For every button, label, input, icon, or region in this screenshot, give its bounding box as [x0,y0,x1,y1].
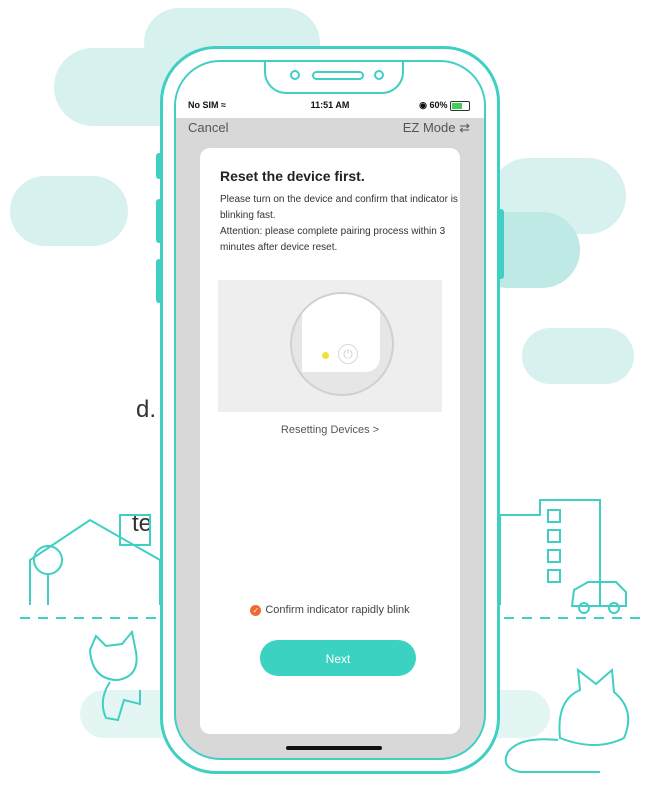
building-window [547,529,561,543]
content-card: Reset the device first. Please turn on t… [200,148,460,734]
tree-icon [33,545,63,575]
battery-status: ◉ 60% [419,100,470,111]
speaker-icon [312,71,364,80]
device-illustration: ⏻ [218,280,442,412]
attention-line: Attention: please complete pairing proce… [220,226,446,253]
volume-button [156,259,162,303]
location-icon: ◉ [419,100,427,110]
dog-icon [558,667,630,746]
building-window [547,569,561,583]
instructions: Please turn on the device and confirm th… [220,192,460,256]
confirm-label: Confirm indicator rapidly blink [265,604,410,616]
status-bar: No SIM ≈ 11:51 AM ◉ 60% [176,100,484,116]
nav-bar: Cancel EZ Mode ⇄ [176,118,484,140]
camera-icon [290,70,300,80]
cat-icon [88,629,138,682]
indicator-light-icon [322,352,329,359]
battery-icon [450,100,470,111]
next-button[interactable]: Next [260,640,416,676]
cancel-button[interactable]: Cancel [188,120,228,135]
building-right [499,499,601,605]
sensor-icon [374,70,384,80]
power-side-button [498,209,504,279]
confirm-checkbox[interactable]: ✓ Confirm indicator rapidly blink [200,604,460,616]
building-window [547,549,561,563]
resetting-devices-link[interactable]: Resetting Devices > [200,424,460,436]
instruction-line: Please turn on the device and confirm th… [220,194,458,221]
battery-percent: 60% [429,100,448,110]
building-window [547,509,561,523]
zoom-circle: ⏻ [290,292,394,396]
volume-button [156,199,162,243]
volume-button [156,153,162,179]
home-indicator [286,746,382,750]
phone-screen: No SIM ≈ 11:51 AM ◉ 60% Cancel EZ Mode ⇄… [174,60,486,760]
phone-notch [264,62,404,94]
phone-frame: No SIM ≈ 11:51 AM ◉ 60% Cancel EZ Mode ⇄… [156,46,504,774]
house-left [29,518,161,605]
check-icon[interactable]: ✓ [250,604,262,616]
ez-mode-switch[interactable]: EZ Mode ⇄ [403,120,470,136]
power-icon: ⏻ [338,344,358,364]
page-title: Reset the device first. [220,168,365,184]
